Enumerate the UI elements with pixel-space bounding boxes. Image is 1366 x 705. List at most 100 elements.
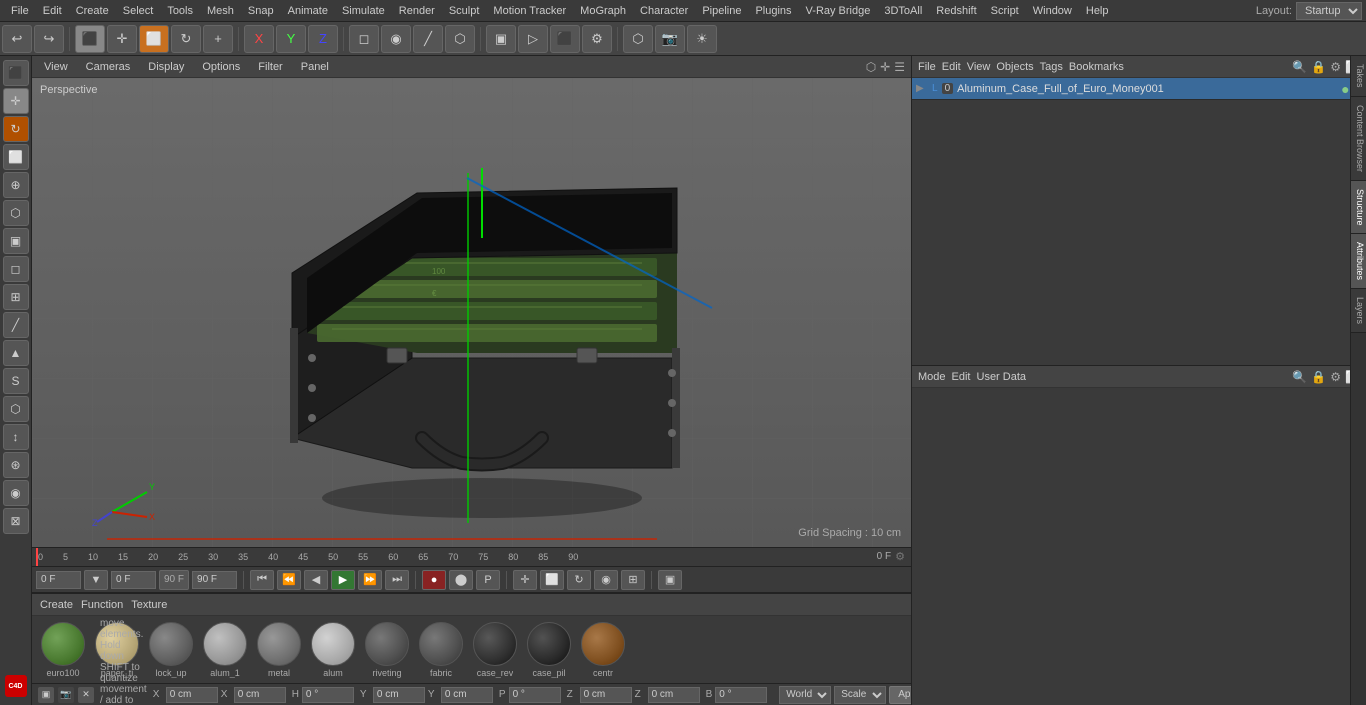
material-item-alum[interactable]: alum [308, 622, 358, 678]
tool15[interactable]: ◉ [3, 480, 29, 506]
vtab-structure[interactable]: Structure [1351, 181, 1366, 235]
menu-tools[interactable]: Tools [160, 3, 200, 19]
tool14[interactable]: ⊛ [3, 452, 29, 478]
vp-view-menu[interactable]: View [38, 60, 74, 74]
layout-select[interactable]: Startup [1296, 2, 1362, 20]
menu-vray[interactable]: V-Ray Bridge [799, 3, 878, 19]
material-item-riveting[interactable]: riveting [362, 622, 412, 678]
close-status-icon[interactable]: ✕ [78, 687, 94, 703]
obj-edit-btn[interactable]: Edit [942, 61, 961, 73]
timeline-ruler[interactable]: 0 5 10 15 20 25 30 35 40 45 50 55 60 65 … [32, 547, 911, 567]
auto-record-btn[interactable]: ⬤ [449, 570, 473, 590]
tool11[interactable]: S [3, 368, 29, 394]
attr-edit-btn[interactable]: Edit [952, 371, 971, 383]
tool9[interactable]: ╱ [3, 312, 29, 338]
tool8[interactable]: ⊞ [3, 284, 29, 310]
x-axis-button[interactable]: X [244, 25, 274, 53]
current-frame-input[interactable] [36, 571, 81, 589]
attr-user-data-btn[interactable]: User Data [977, 371, 1027, 383]
object-row-aluminum-case[interactable]: ▶ L 0 Aluminum_Case_Full_of_Euro_Money00… [912, 78, 1366, 100]
x-size-value[interactable]: 0 cm [234, 687, 286, 703]
y-pos-value[interactable]: 0 cm [373, 687, 425, 703]
mat-function-btn[interactable]: Function [81, 599, 123, 611]
perspective-btn[interactable]: ⬡ [623, 25, 653, 53]
vp-panel-menu[interactable]: Panel [295, 60, 335, 74]
vtab-attributes[interactable]: Attributes [1351, 234, 1366, 289]
camera-status-icon[interactable]: 📷 [58, 687, 74, 703]
go-to-start-btn[interactable]: ⏮ [250, 570, 274, 590]
menu-mesh[interactable]: Mesh [200, 3, 241, 19]
object-mode-btn[interactable]: ◻ [349, 25, 379, 53]
h-angle-value[interactable]: 0 ° [302, 687, 354, 703]
model-mode-button[interactable]: ⬛ [75, 25, 105, 53]
material-item-fabric[interactable]: fabric [416, 622, 466, 678]
vp-settings-icon[interactable]: ☰ [894, 60, 905, 74]
tool7[interactable]: ◻ [3, 256, 29, 282]
remove-key-btn[interactable]: ⬜ [540, 570, 564, 590]
b-angle-value[interactable]: 0 ° [715, 687, 767, 703]
y-size-value[interactable]: 0 cm [441, 687, 493, 703]
menu-animate[interactable]: Animate [281, 3, 335, 19]
scale-tool[interactable]: ⬜ [3, 144, 29, 170]
point-mode-btn[interactable]: ◉ [381, 25, 411, 53]
menu-render[interactable]: Render [392, 3, 442, 19]
menu-pipeline[interactable]: Pipeline [695, 3, 748, 19]
vp-options-menu[interactable]: Options [196, 60, 246, 74]
obj-file-btn[interactable]: File [918, 61, 936, 73]
step-forward-btn[interactable]: ⏩ [358, 570, 382, 590]
attr-settings-icon[interactable]: ⚙ [1330, 370, 1341, 384]
dope-sheet-btn[interactable]: ⊞ [621, 570, 645, 590]
tool5[interactable]: ⬡ [3, 200, 29, 226]
scale-tool-button[interactable]: ⬜ [139, 25, 169, 53]
obj-settings-icon[interactable]: ⚙ [1330, 60, 1341, 74]
rotate-tool-button[interactable]: ↻ [171, 25, 201, 53]
z-pos-value[interactable]: 0 cm [580, 687, 632, 703]
mat-texture-btn[interactable]: Texture [131, 599, 167, 611]
play-reverse-btn[interactable]: ◀ [304, 570, 328, 590]
y-axis-button[interactable]: Y [276, 25, 306, 53]
material-item-euro100[interactable]: euro100 [38, 622, 88, 678]
menu-select[interactable]: Select [116, 3, 161, 19]
render-btn[interactable]: ▷ [518, 25, 548, 53]
tool13[interactable]: ↕ [3, 424, 29, 450]
obj-search-icon[interactable]: 🔍 [1292, 60, 1307, 74]
render-status-icon[interactable]: ▣ [38, 687, 54, 703]
material-item-case_rev[interactable]: case_rev [470, 622, 520, 678]
tool10[interactable]: ▲ [3, 340, 29, 366]
attr-search-icon[interactable]: 🔍 [1292, 370, 1307, 384]
record-btn[interactable]: ● [422, 570, 446, 590]
render-settings-btn[interactable]: ⚙ [582, 25, 612, 53]
render-view-btn[interactable]: ⬛ [550, 25, 580, 53]
poly-mode-btn[interactable]: ⬡ [445, 25, 475, 53]
menu-plugins[interactable]: Plugins [748, 3, 798, 19]
obj-visibility-dot-1[interactable]: ● [1341, 81, 1349, 97]
menu-sculpt[interactable]: Sculpt [442, 3, 487, 19]
undo-button[interactable]: ↩ [2, 25, 32, 53]
z-size-value[interactable]: 0 cm [648, 687, 700, 703]
lights-btn[interactable]: ☀ [687, 25, 717, 53]
attr-mode-btn[interactable]: Mode [918, 371, 946, 383]
viewport-canvas[interactable]: Perspective [32, 78, 911, 547]
obj-bookmarks-btn[interactable]: Bookmarks [1069, 61, 1124, 73]
timeline-settings-icon[interactable]: ⚙ [895, 550, 905, 563]
vp-filter-menu[interactable]: Filter [252, 60, 288, 74]
menu-character[interactable]: Character [633, 3, 695, 19]
menu-help[interactable]: Help [1079, 3, 1116, 19]
world-select[interactable]: World [779, 686, 831, 704]
selection-tool[interactable]: ⬛ [3, 60, 29, 86]
obj-view-btn[interactable]: View [967, 61, 991, 73]
vp-move-icon[interactable]: ✛ [880, 60, 890, 74]
vtab-content-browser[interactable]: Content Browser [1351, 97, 1366, 181]
scale-select[interactable]: Scale [834, 686, 886, 704]
move-tool-button[interactable]: ✛ [107, 25, 137, 53]
vp-maximize-icon[interactable]: ⬡ [866, 60, 876, 74]
vp-cameras-menu[interactable]: Cameras [80, 60, 137, 74]
menu-simulate[interactable]: Simulate [335, 3, 392, 19]
menu-mograph[interactable]: MoGraph [573, 3, 633, 19]
z-axis-button[interactable]: Z [308, 25, 338, 53]
tool16[interactable]: ⊠ [3, 508, 29, 534]
render-region-btn[interactable]: ▣ [486, 25, 516, 53]
move-tool[interactable]: ✛ [3, 88, 29, 114]
material-item-metal[interactable]: metal [254, 622, 304, 678]
menu-3dtoall[interactable]: 3DToAll [877, 3, 929, 19]
